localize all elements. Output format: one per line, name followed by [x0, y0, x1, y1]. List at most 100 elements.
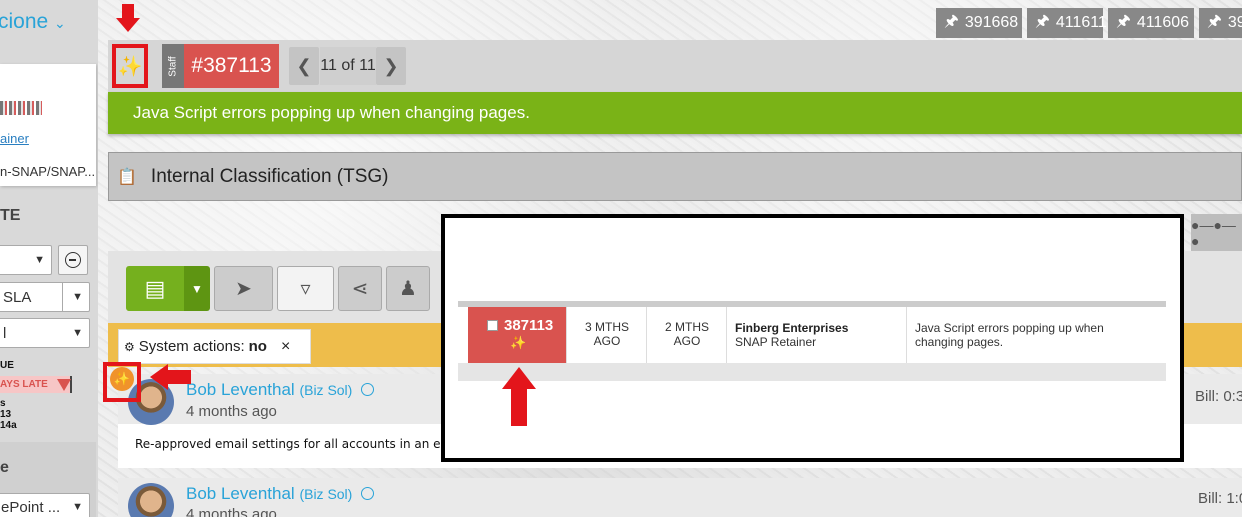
sidebar-select-1[interactable]: ▼ [0, 245, 52, 275]
caret-down-icon: ▼ [72, 327, 83, 339]
popup-divider-bottom [458, 363, 1166, 381]
sparkle-icon: ✨ [117, 55, 143, 78]
row-id: 387113 [504, 317, 554, 334]
sidebar-select-3-value: l [3, 324, 7, 342]
minus-circle-icon [65, 252, 81, 268]
share-button[interactable]: ⋖ [338, 266, 382, 311]
column-divider [726, 307, 727, 363]
caret-down-icon: ▼ [72, 501, 83, 513]
ai-sparkle-button[interactable]: ✨ [112, 44, 148, 88]
pinned-tab-label: 39 [1227, 14, 1242, 31]
pinned-tab[interactable]: 🖈 39 [1199, 8, 1242, 38]
column-divider [906, 307, 907, 363]
sla-select-value: SLA [3, 288, 32, 306]
network-button[interactable]: ●—●—● [1191, 214, 1242, 251]
client-logo [0, 101, 42, 115]
meta-line-3: 14a [0, 420, 17, 431]
author-name: Bob Leventhal [186, 380, 295, 399]
filter-label: System actions: [138, 338, 245, 355]
row-checkbox[interactable] [487, 320, 498, 331]
users-icon: ♟ [399, 278, 417, 300]
classification-label: Internal Classification (TSG) [150, 165, 389, 187]
clock-icon [361, 487, 375, 500]
column-divider [566, 307, 567, 363]
row-subject: Java Script errors popping up when chang… [915, 321, 1104, 350]
staff-tag: Staff [162, 44, 184, 88]
plan-text: n-SNAP/SNAP... [0, 164, 96, 179]
bill-time: Bill: 0:3 [1195, 388, 1242, 405]
gears-icon: ⚙ [124, 339, 135, 354]
meta-line-2: 13 [0, 409, 12, 420]
filter-clear-icon: ▿ [300, 278, 311, 300]
network-icon: ●—●—● [1191, 216, 1236, 249]
pinned-tab-label: 411606 [1136, 14, 1190, 31]
pinned-tab[interactable]: 🖈 391668 [936, 8, 1022, 38]
sidebar-bottom-select[interactable]: ePoint ... ▼ [0, 493, 90, 517]
row-created: 3 MTHS AGO [584, 320, 629, 349]
sidebar-bottom-heading: e [0, 459, 9, 476]
pinned-tab-label: 411611 [1055, 14, 1107, 31]
status-label: UE [0, 360, 14, 371]
row-updated: 2 MTHS AGO [664, 320, 709, 349]
ticket-id: #387113 [184, 44, 279, 88]
add-note-dropdown[interactable]: ▼ [184, 266, 210, 311]
plan-link[interactable]: ainer [0, 131, 29, 146]
paper-plane-icon: ➤ [235, 278, 252, 300]
ticket-position: 11 of 11 [320, 47, 376, 85]
chevron-down-icon: ⌄ [54, 15, 66, 31]
system-actions-filter[interactable]: ⚙ System actions: no × [118, 329, 311, 364]
ticket-subject: Java Script errors popping up when chang… [108, 92, 1242, 134]
users-button[interactable]: ♟ [386, 266, 430, 311]
add-note-button[interactable]: ▤ [126, 266, 184, 311]
author-org: (Biz Sol) [299, 382, 353, 398]
prev-ticket-button[interactable]: ❮ [289, 47, 319, 85]
pinned-tab-label: 391668 [964, 14, 1019, 31]
annotation-arrow-left-head [150, 364, 168, 390]
caret-down-icon: ▼ [72, 291, 83, 303]
annotation-arrow-down-shaft [122, 4, 134, 18]
sidebar-section-heading: TE [0, 207, 21, 224]
annotation-arrow-left-shaft [166, 370, 191, 384]
caret-down-icon: ▼ [191, 281, 203, 296]
row-ticket-id[interactable]: 387113 ✨ [468, 307, 566, 363]
entry-body: Re-approved email settings for all accou… [135, 437, 441, 451]
late-label: AYS LATE [0, 379, 48, 390]
sidebar-title[interactable]: cione ⌄ [0, 10, 66, 34]
column-divider [646, 307, 647, 363]
sparkle-icon: ✨ [510, 335, 527, 350]
share-icon: ⋖ [351, 278, 369, 300]
clipboard-icon: 📋 [117, 168, 137, 186]
author-org: (Biz Sol) [299, 486, 353, 502]
annotation-arrow-down-head [116, 18, 140, 32]
sidebar-select-3[interactable]: l ▼ [0, 318, 90, 348]
sla-select[interactable]: SLA ▼ [0, 282, 90, 312]
ai-activity-button[interactable]: ✨ [110, 367, 134, 391]
clear-filter-button[interactable]: ▿ [277, 266, 334, 311]
author-line[interactable]: Bob Leventhal (Biz Sol) [186, 380, 375, 400]
annotation-arrow-up-head [502, 367, 536, 389]
close-icon[interactable]: × [281, 338, 290, 356]
caret-down-icon: ▼ [34, 254, 45, 266]
next-ticket-button[interactable]: ❯ [376, 47, 406, 85]
row-plan: SNAP Retainer [735, 335, 817, 349]
pinned-tab[interactable]: 🖈 411611 [1027, 8, 1107, 38]
author-line[interactable]: Bob Leventhal (Biz Sol) [186, 484, 375, 504]
row-company: Finberg Enterprises [735, 321, 849, 335]
bill-time: Bill: 1:0 [1198, 490, 1242, 507]
remove-button[interactable] [58, 245, 88, 275]
pin-icon: 🖈 [1035, 12, 1050, 30]
filter-value: no [248, 338, 267, 355]
clock-icon [361, 383, 375, 396]
add-note-icon: ▤ [144, 275, 166, 301]
pin-icon: 🖈 [1116, 12, 1131, 30]
activity-entry: Bob Leventhal (Biz Sol) 4 months ago Bil… [118, 478, 1242, 517]
late-triangle-icon [57, 379, 71, 391]
sidebar: cione ⌄ ainer n-SNAP/SNAP... TE ▼ SLA ▼ … [0, 0, 98, 517]
annotation-arrow-up-shaft [511, 389, 527, 426]
classification-bar[interactable]: 📋 Internal Classification (TSG) [108, 152, 1242, 201]
chevron-left-icon: ❮ [296, 55, 312, 76]
entry-time: 4 months ago [186, 403, 277, 420]
chevron-right-icon: ❯ [383, 55, 399, 76]
pinned-tab[interactable]: 🖈 411606 [1108, 8, 1194, 38]
send-button[interactable]: ➤ [214, 266, 273, 311]
